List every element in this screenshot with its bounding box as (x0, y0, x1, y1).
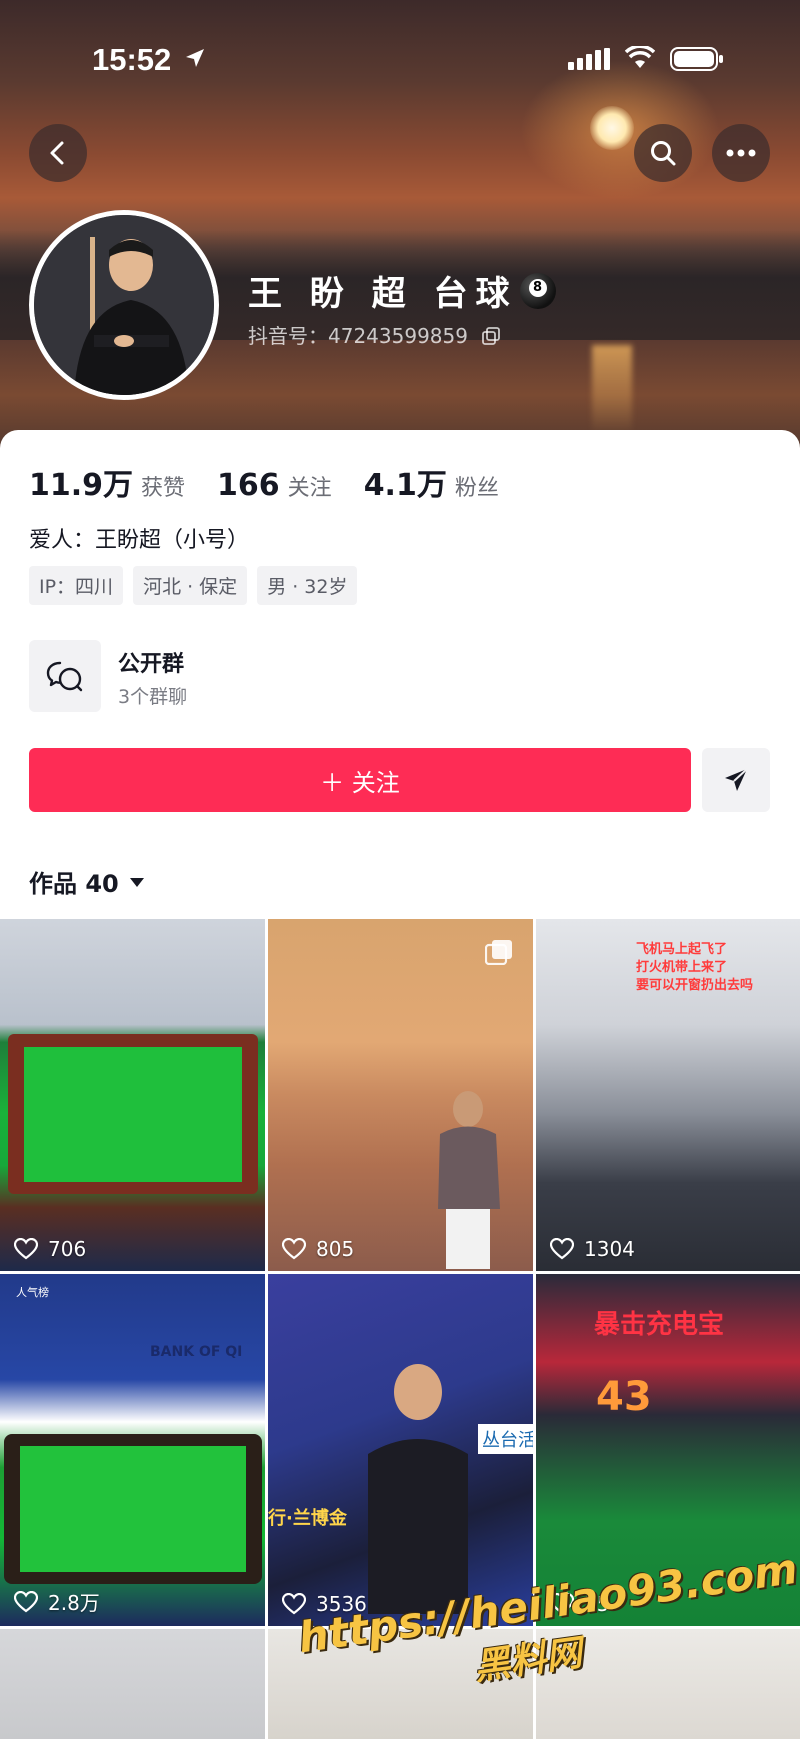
like-count-text: 706 (48, 1237, 87, 1261)
tag-ip: IP：四川 (29, 566, 124, 605)
caption-line: 飞机马上起飞了 (636, 942, 728, 957)
heart-icon (282, 1238, 306, 1260)
heart-icon (14, 1590, 38, 1612)
likes-label: 获赞 (141, 476, 186, 501)
caret-down-icon (129, 877, 144, 887)
video-tile[interactable]: 706 (0, 919, 265, 1271)
profile-name: 王 盼 超 台球 (248, 266, 556, 315)
tag-gender-age: 男 · 32岁 (257, 566, 358, 605)
tag-location: 河北 · 保定 (133, 566, 248, 605)
avatar-portrait (34, 215, 214, 395)
send-icon (725, 768, 748, 791)
group-subtitle: 3个群聊 (118, 686, 188, 708)
scoreboard-score: 43 (596, 1374, 652, 1420)
public-group-entry[interactable]: 公开群 3个群聊 (29, 640, 429, 712)
back-button[interactable] (29, 124, 87, 182)
multi-image-icon (485, 940, 512, 965)
status-time: 15:52 (92, 42, 172, 77)
following-label[interactable]: 关注 (288, 470, 332, 502)
sun (590, 106, 634, 150)
video-caption: 飞机马上起飞了 打火机带上来了 要可以开窗扔出去吗 (636, 941, 753, 995)
video-tile[interactable]: 丛台活 行·兰博金 3536 (268, 1274, 533, 1626)
heart-icon (550, 1238, 574, 1260)
group-title: 公开群 (118, 652, 185, 677)
profile-tags: IP：四川 河北 · 保定 男 · 32岁 (29, 566, 358, 605)
video-tile[interactable]: 飞机马上起飞了 打火机带上来了 要可以开窗扔出去吗 1304 (536, 919, 800, 1271)
like-count: 1304 (550, 1237, 635, 1261)
following-count[interactable]: 166 (217, 468, 280, 503)
caption-line: 要可以开窗扔出去吗 (636, 978, 754, 993)
follow-button[interactable]: ＋ 关注 (29, 748, 691, 812)
like-count-text: 805 (316, 1237, 355, 1261)
heart-icon (282, 1593, 306, 1615)
followers-count[interactable]: 4.1万 (364, 460, 447, 504)
video-tile[interactable]: 805 (268, 919, 533, 1271)
like-count-text: 2.8万 (48, 1591, 100, 1615)
followers-label[interactable]: 粉丝 (455, 470, 499, 502)
video-tile[interactable]: 人气榜 BANK OF QI 2.8万 (0, 1274, 265, 1626)
heart-icon (14, 1238, 38, 1260)
shirtless-man-figure (438, 1091, 500, 1269)
popularity-badge: 人气榜 (16, 1286, 49, 1299)
avatar[interactable] (29, 210, 219, 400)
sponsor-text: BANK OF QI (150, 1344, 243, 1360)
like-count: 2.8万 (14, 1587, 100, 1616)
sun-reflection (592, 345, 632, 435)
works-tab-label: 作品 40 (29, 870, 119, 898)
works-tab[interactable]: 作品 40 (29, 864, 145, 899)
likes-count: 11.9万 (29, 468, 134, 503)
video-tile[interactable] (0, 1629, 265, 1739)
like-count-text: 1304 (584, 1237, 635, 1261)
battery-icon (670, 47, 723, 71)
search-button[interactable] (634, 124, 692, 182)
cellular-signal-icon (568, 48, 610, 70)
caption-line: 打火机带上来了 (636, 960, 728, 975)
like-count: 706 (14, 1237, 86, 1261)
status-bar: 15:52 (0, 38, 800, 78)
douyin-id-text: 抖音号：47243599859 (248, 324, 468, 348)
wifi-icon (625, 46, 655, 68)
more-dots-icon (726, 149, 756, 157)
profile-info-card: 11.9万 获赞 166 关注 4.1万 粉丝 爱人：王盼超（小号） IP：四川… (0, 430, 800, 920)
player-figure (368, 1364, 468, 1614)
location-arrow-icon (186, 49, 204, 67)
pool-table-felt (20, 1446, 246, 1572)
video-banner: 暴击充电宝 (594, 1310, 725, 1340)
like-count: 805 (282, 1237, 354, 1261)
sponsor-sign: 行·兰博金 (268, 1508, 347, 1529)
chevron-left-icon (50, 141, 64, 165)
profile-stats: 11.9万 获赞 166 关注 4.1万 粉丝 (29, 460, 531, 504)
profile-bio: 爱人：王盼超（小号） (29, 528, 250, 553)
search-icon (651, 141, 676, 166)
copy-icon[interactable] (482, 327, 501, 345)
more-options-button[interactable] (712, 124, 770, 182)
share-button[interactable] (702, 748, 770, 812)
profile-name-text: 王 盼 超 台球 (248, 274, 518, 314)
douyin-id: 抖音号：47243599859 (248, 320, 501, 349)
sponsor-brand: 丛台活 (478, 1424, 533, 1454)
pool-table-felt (24, 1047, 242, 1182)
billiard-ball-icon (519, 273, 556, 309)
group-chat-icon (29, 640, 101, 712)
